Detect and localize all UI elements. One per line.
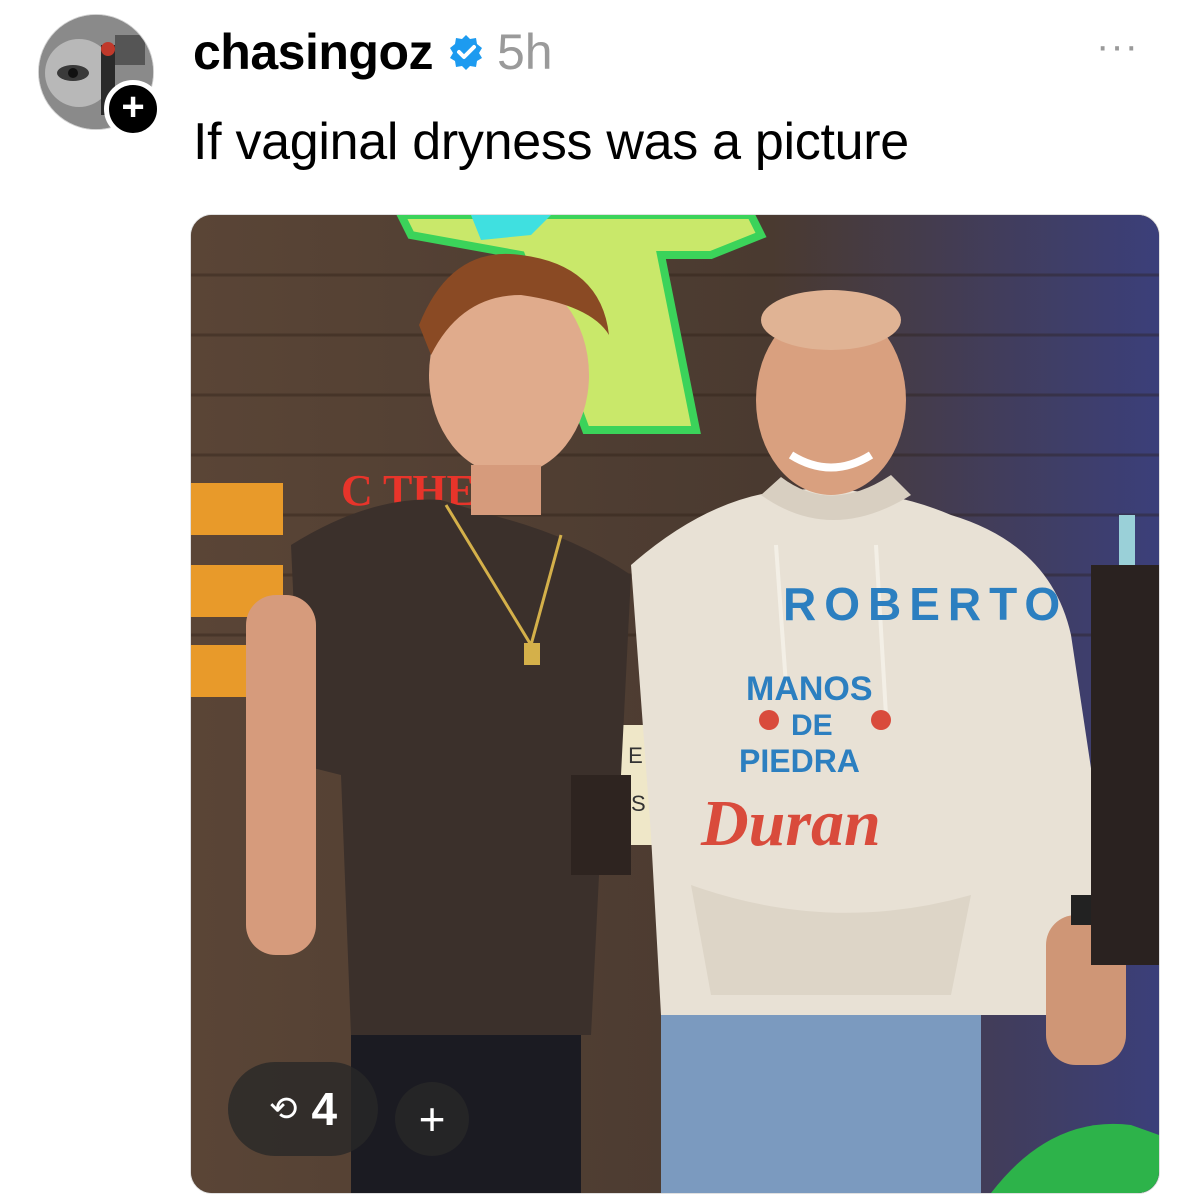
post-timestamp: 5h bbox=[496, 24, 553, 80]
repost-count: 4 bbox=[311, 1083, 338, 1135]
follow-button[interactable]: + bbox=[104, 80, 162, 138]
post-header: chasingoz 5h bbox=[193, 20, 553, 84]
hoodie-arc-text: ROBERTO bbox=[783, 578, 1068, 630]
hoodie-line-3: PIEDRA bbox=[739, 743, 860, 779]
hoodie-line-1: MANOS bbox=[746, 670, 873, 708]
hoodie-script: Duran bbox=[700, 787, 881, 860]
repost-button[interactable]: ⟲ 4 bbox=[228, 1062, 378, 1156]
more-options-icon[interactable]: ··· bbox=[1096, 26, 1139, 66]
threads-post: + chasingoz 5h ··· If vaginal dryness wa… bbox=[0, 0, 1195, 1200]
add-button[interactable]: + bbox=[395, 1082, 469, 1156]
post-image[interactable]: C THE T E U S bbox=[190, 214, 1160, 1194]
hoodie-line-2: DE bbox=[791, 709, 833, 742]
username[interactable]: chasingoz bbox=[193, 23, 433, 81]
avatar-container[interactable]: + bbox=[38, 14, 162, 138]
verified-badge-icon bbox=[447, 33, 485, 71]
post-caption: If vaginal dryness was a picture bbox=[193, 113, 909, 171]
repost-icon: ⟲ bbox=[268, 1090, 298, 1128]
